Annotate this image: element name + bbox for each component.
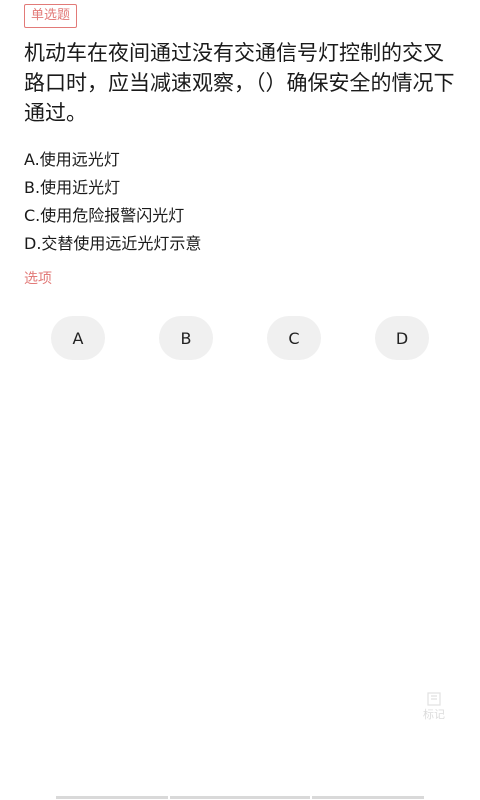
bookmark-icon xyxy=(427,692,441,706)
options-section-label: 选项 xyxy=(24,271,52,287)
indicator-bar xyxy=(312,796,424,799)
answer-d-button[interactable]: D xyxy=(375,316,429,360)
mark-label: 标记 xyxy=(423,708,445,721)
question-type-tag: 单选题 xyxy=(24,4,78,28)
indicator-bar xyxy=(56,796,168,799)
answer-c-button[interactable]: C xyxy=(267,316,321,360)
answer-a-button[interactable]: A xyxy=(51,316,105,360)
indicator-bar xyxy=(170,796,310,799)
answer-b-button[interactable]: B xyxy=(159,316,213,360)
option-a: A.使用远光灯 xyxy=(24,150,120,169)
mark-button[interactable]: 标记 xyxy=(414,692,454,732)
bottom-indicator-bars xyxy=(0,796,480,800)
answer-button-row: A B C D xyxy=(0,316,480,360)
question-text: 机动车在夜间通过没有交通信号灯控制的交叉路口时，应当减速观察，（）确保安全的情况… xyxy=(24,41,455,125)
option-b: B.使用近光灯 xyxy=(24,178,121,197)
option-d: D.交替使用远近光灯示意 xyxy=(24,234,202,253)
option-list: A.使用远光灯 B.使用近光灯 C.使用危险报警闪光灯 D.交替使用远近光灯示意 xyxy=(24,146,460,258)
option-c: C.使用危险报警闪光灯 xyxy=(24,206,185,225)
